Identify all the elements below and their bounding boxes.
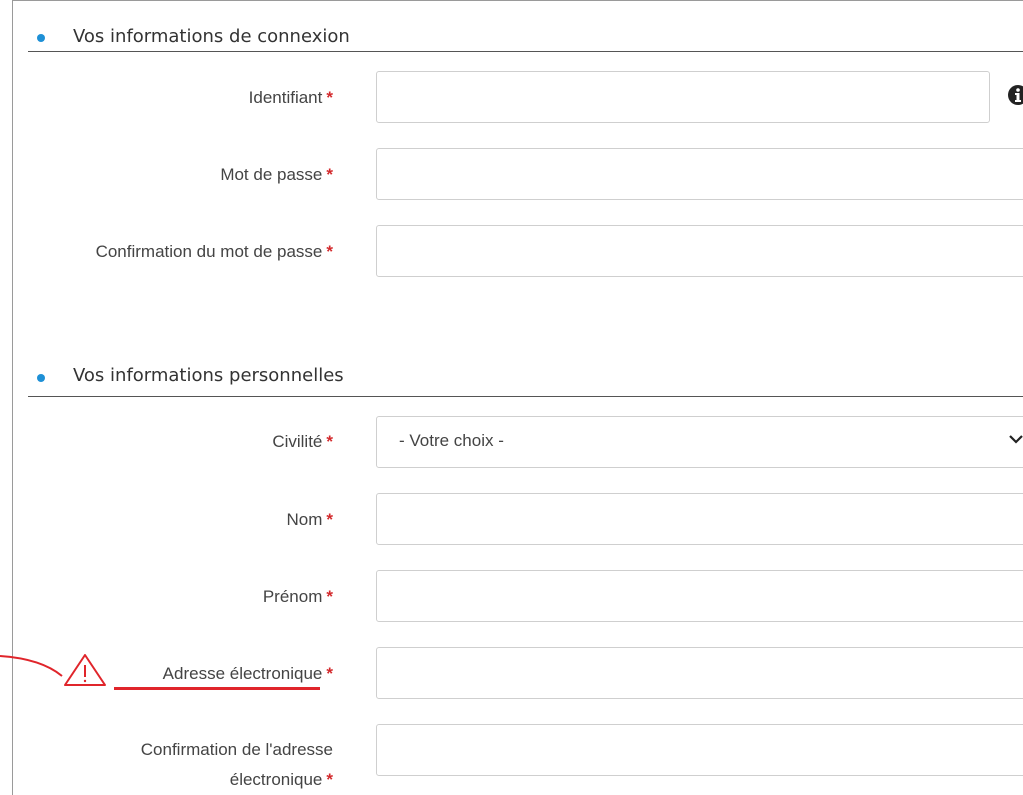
section-title-personal: Vos informations personnelles [73,365,344,386]
password-confirm-input[interactable] [376,225,1023,277]
section-divider-login [28,51,1023,52]
required-star: * [326,165,333,184]
section-header-login: Vos informations de connexion [28,10,1023,50]
bullet-icon [37,374,45,382]
email-confirm-label-line1: Confirmation de l'adresse [140,740,333,759]
civility-label: Civilité * [272,428,333,456]
email-input[interactable] [376,647,1023,699]
password-confirm-label: Confirmation du mot de passe * [96,238,333,266]
section-title-login: Vos informations de connexion [73,26,350,47]
bullet-icon [37,34,45,42]
password-label-text: Mot de passe [220,165,323,184]
required-star: * [326,587,333,606]
last-name-label: Nom * [286,506,333,534]
civility-select[interactable]: - Votre choix - [376,416,1023,468]
section-header-personal: Vos informations personnelles [28,356,1023,396]
required-star: * [326,432,333,451]
warning-triangle-icon [0,654,106,686]
required-star: * [326,664,333,683]
last-name-label-text: Nom [286,510,323,529]
chevron-down-icon [1009,435,1023,444]
email-confirm-label: Confirmation de l'adresse électronique * [141,735,333,795]
frame-top-border [12,0,1023,1]
required-star: * [326,88,333,107]
required-star: * [326,510,333,529]
username-input[interactable] [376,71,990,123]
password-label: Mot de passe * [220,161,333,189]
username-label-text: Identifiant [248,88,323,107]
first-name-input[interactable] [376,570,1023,622]
email-confirm-label-line2-text: électronique [229,770,323,789]
first-name-label-text: Prénom [262,587,323,606]
email-confirm-input[interactable] [376,724,1023,776]
password-input[interactable] [376,148,1023,200]
email-label: Adresse électronique * [163,660,333,688]
email-confirm-label-line2: électronique * [141,765,333,795]
password-confirm-label-text: Confirmation du mot de passe [95,242,323,261]
required-star: * [326,770,333,789]
first-name-label: Prénom * [263,583,333,611]
civility-selected-value: - Votre choix - [399,431,504,450]
email-label-error-underline [114,687,320,690]
required-star: * [326,242,333,261]
section-divider-personal [28,396,1023,397]
username-label: Identifiant * [249,84,333,112]
last-name-input[interactable] [376,493,1023,545]
info-icon[interactable] [1007,84,1023,106]
civility-label-text: Civilité [272,432,323,451]
email-label-text: Adresse électronique [162,664,323,683]
